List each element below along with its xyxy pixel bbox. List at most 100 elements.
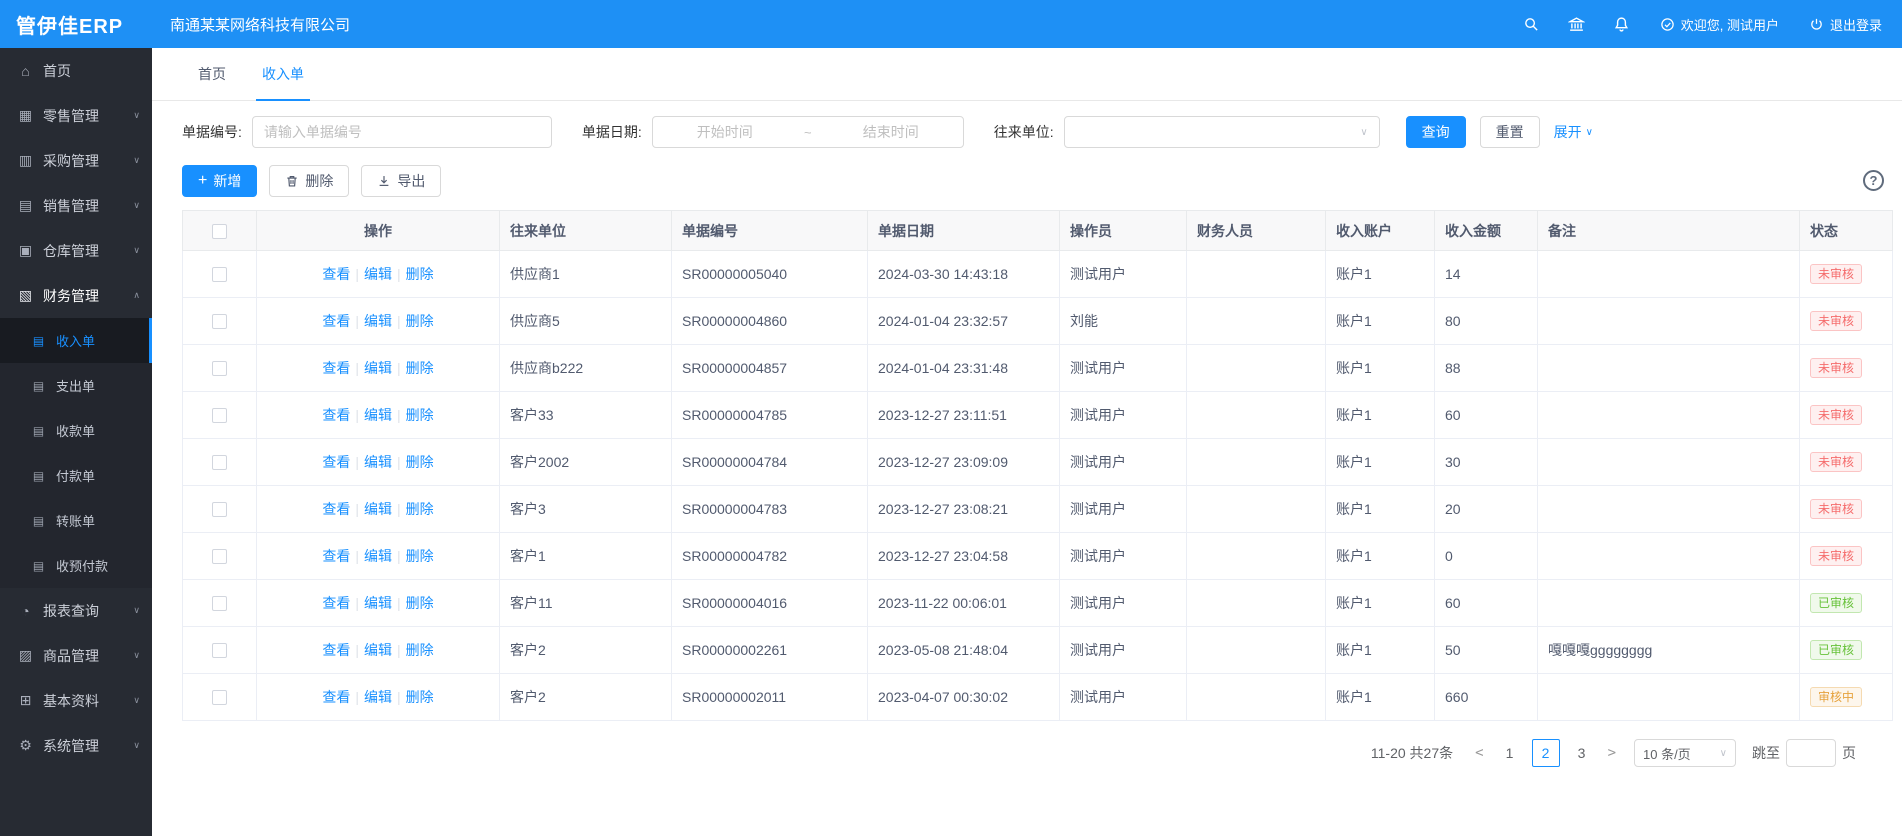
action-divider: | — [397, 689, 401, 705]
chevron-down-icon: ∨ — [133, 200, 140, 211]
column-header-remark: 备注 — [1538, 211, 1800, 251]
logout-button[interactable]: 退出登录 — [1809, 15, 1882, 34]
view-link[interactable]: 查看 — [322, 454, 350, 470]
sidebar-item-仓库管理[interactable]: ▣仓库管理∨ — [0, 228, 152, 273]
search-icon[interactable] — [1523, 16, 1540, 33]
sidebar-item-基本资料[interactable]: ⊞基本资料∨ — [0, 678, 152, 723]
sidebar-item-财务管理[interactable]: ▧财务管理∧ — [0, 273, 152, 318]
sidebar-subitem-收入单[interactable]: ▤收入单 — [0, 318, 152, 363]
page-size-select[interactable]: 10 条/页 ∨ — [1634, 739, 1736, 767]
edit-link[interactable]: 编辑 — [364, 454, 392, 470]
date-range-picker[interactable]: ~ — [652, 116, 964, 148]
row-checkbox[interactable] — [212, 455, 227, 470]
edit-link[interactable]: 编辑 — [364, 501, 392, 517]
tab-首页[interactable]: 首页 — [180, 48, 244, 100]
sidebar-subitem-收预付款[interactable]: ▤收预付款 — [0, 543, 152, 588]
view-link[interactable]: 查看 — [322, 689, 350, 705]
prev-page-button[interactable]: < — [1475, 745, 1483, 761]
select-all-checkbox[interactable] — [212, 224, 227, 239]
page-button-1[interactable]: 1 — [1496, 739, 1524, 767]
row-checkbox[interactable] — [212, 549, 227, 564]
cell-status: 已审核 — [1800, 580, 1893, 627]
delete-link[interactable]: 删除 — [406, 501, 434, 517]
partner-select[interactable]: ∨ — [1064, 116, 1380, 148]
column-header-partner: 往来单位 — [500, 211, 672, 251]
jump-input[interactable] — [1786, 739, 1836, 767]
view-link[interactable]: 查看 — [322, 595, 350, 611]
export-button[interactable]: 导出 — [361, 165, 441, 197]
view-link[interactable]: 查看 — [322, 501, 350, 517]
sidebar-subitem-收款单[interactable]: ▤收款单 — [0, 408, 152, 453]
sidebar-subitem-转账单[interactable]: ▤转账单 — [0, 498, 152, 543]
sidebar-item-商品管理[interactable]: ▨商品管理∨ — [0, 633, 152, 678]
cell-select — [183, 345, 257, 392]
view-link[interactable]: 查看 — [322, 360, 350, 376]
delete-link[interactable]: 删除 — [406, 266, 434, 282]
bill-no-input[interactable] — [252, 116, 552, 148]
row-checkbox[interactable] — [212, 267, 227, 282]
edit-link[interactable]: 编辑 — [364, 407, 392, 423]
edit-link[interactable]: 编辑 — [364, 689, 392, 705]
edit-link[interactable]: 编辑 — [364, 360, 392, 376]
cell-finance_staff — [1187, 251, 1326, 298]
bank-icon[interactable] — [1568, 16, 1585, 33]
view-link[interactable]: 查看 — [322, 313, 350, 329]
view-link[interactable]: 查看 — [322, 642, 350, 658]
edit-link[interactable]: 编辑 — [364, 548, 392, 564]
row-checkbox[interactable] — [212, 643, 227, 658]
reset-button[interactable]: 重置 — [1480, 116, 1540, 148]
sidebar-subitem-支出单[interactable]: ▤支出单 — [0, 363, 152, 408]
delete-link[interactable]: 删除 — [406, 548, 434, 564]
delete-link[interactable]: 删除 — [406, 360, 434, 376]
cell-partner: 客户1 — [500, 533, 672, 580]
search-button[interactable]: 查询 — [1406, 116, 1466, 148]
row-checkbox[interactable] — [212, 502, 227, 517]
add-button[interactable]: + 新增 — [182, 165, 257, 197]
toolbar: + 新增 删除 导出 — [182, 165, 1892, 197]
welcome-user[interactable]: 欢迎您, 测试用户 — [1660, 15, 1779, 34]
expand-link[interactable]: 展开 ∨ — [1554, 122, 1593, 142]
delete-link[interactable]: 删除 — [406, 689, 434, 705]
edit-link[interactable]: 编辑 — [364, 313, 392, 329]
row-checkbox[interactable] — [212, 408, 227, 423]
view-link[interactable]: 查看 — [322, 407, 350, 423]
page-button-3[interactable]: 3 — [1568, 739, 1596, 767]
cell-bill_no: SR00000005040 — [672, 251, 868, 298]
status-badge: 已审核 — [1810, 593, 1862, 613]
edit-link[interactable]: 编辑 — [364, 595, 392, 611]
edit-link[interactable]: 编辑 — [364, 266, 392, 282]
edit-link[interactable]: 编辑 — [364, 642, 392, 658]
delete-link[interactable]: 删除 — [406, 454, 434, 470]
sidebar-item-系统管理[interactable]: ⚙系统管理∨ — [0, 723, 152, 768]
start-date-input[interactable] — [661, 124, 789, 140]
end-date-input[interactable] — [827, 124, 955, 140]
delete-link[interactable]: 删除 — [406, 595, 434, 611]
row-checkbox[interactable] — [212, 596, 227, 611]
sidebar-item-销售管理[interactable]: ▤销售管理∨ — [0, 183, 152, 228]
cell-select — [183, 580, 257, 627]
cell-operator: 测试用户 — [1060, 251, 1187, 298]
view-link[interactable]: 查看 — [322, 548, 350, 564]
delete-link[interactable]: 删除 — [406, 313, 434, 329]
help-icon[interactable]: ? — [1863, 170, 1884, 191]
delete-link[interactable]: 删除 — [406, 642, 434, 658]
row-checkbox[interactable] — [212, 314, 227, 329]
next-page-button[interactable]: > — [1608, 745, 1616, 761]
delete-button[interactable]: 删除 — [269, 165, 349, 197]
cell-bill_no: SR00000004860 — [672, 298, 868, 345]
delete-link[interactable]: 删除 — [406, 407, 434, 423]
bell-icon[interactable] — [1613, 16, 1630, 33]
tab-收入单[interactable]: 收入单 — [244, 48, 322, 100]
view-link[interactable]: 查看 — [322, 266, 350, 282]
cell-partner: 供应商b222 — [500, 345, 672, 392]
sidebar-item-采购管理[interactable]: ▥采购管理∨ — [0, 138, 152, 183]
sidebar-item-首页[interactable]: ⌂首页 — [0, 48, 152, 93]
row-checkbox[interactable] — [212, 361, 227, 376]
sidebar-item-报表查询[interactable]: ◔报表查询∨ — [0, 588, 152, 633]
cell-status: 审核中 — [1800, 674, 1893, 721]
sidebar-subitem-付款单[interactable]: ▤付款单 — [0, 453, 152, 498]
page-button-2[interactable]: 2 — [1532, 739, 1560, 767]
cell-actions: 查看|编辑|删除 — [257, 533, 500, 580]
sidebar-item-零售管理[interactable]: ▦零售管理∨ — [0, 93, 152, 138]
row-checkbox[interactable] — [212, 690, 227, 705]
